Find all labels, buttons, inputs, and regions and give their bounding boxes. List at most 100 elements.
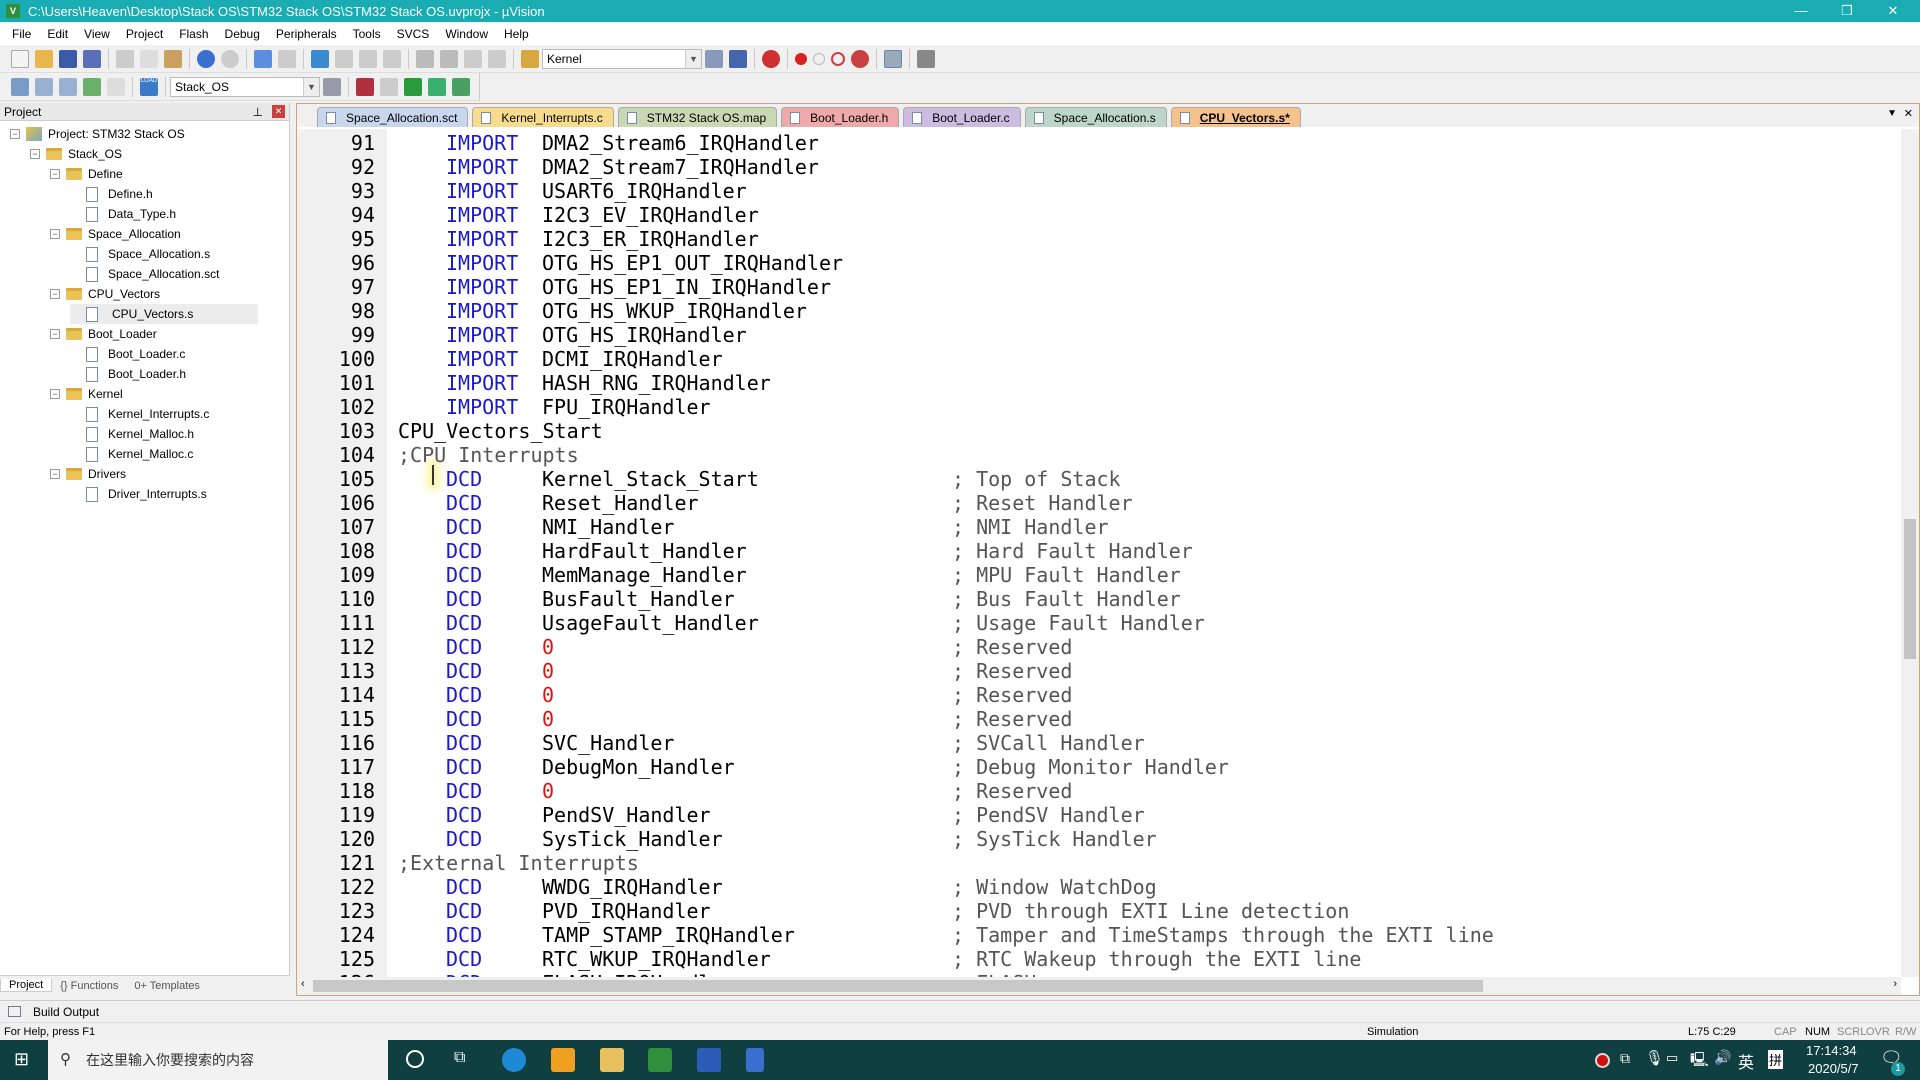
collapse-icon[interactable]: − <box>50 469 60 479</box>
taskbar-search[interactable]: ⚲ 在这里输入你要搜索的内容 <box>48 1040 388 1080</box>
restore-button[interactable]: ❐ <box>1824 0 1870 22</box>
incremental-find-icon[interactable] <box>729 49 747 68</box>
target-options-icon[interactable] <box>323 77 341 96</box>
tree-item[interactable]: − CPU_Vectors <box>50 284 160 304</box>
tab-file[interactable]: Kernel_Interrupts.c <box>472 107 614 127</box>
collapse-icon[interactable]: − <box>50 389 60 399</box>
scroll-right-icon[interactable]: › <box>1893 978 1897 990</box>
minimize-button[interactable]: — <box>1778 0 1824 22</box>
prev-bookmark-icon[interactable] <box>335 49 353 68</box>
panel-tab[interactable]: 0+ Templates <box>126 980 208 992</box>
find-in-files-icon[interactable] <box>521 49 539 68</box>
tree-item[interactable]: Data_Type.h <box>70 204 176 224</box>
breakpoints-menu-icon[interactable] <box>851 49 869 68</box>
cut-icon[interactable] <box>116 49 134 68</box>
tree-item[interactable]: Define.h <box>70 184 153 204</box>
tree-item[interactable]: Space_Allocation.sct <box>70 264 219 284</box>
disable-breakpoint-icon[interactable] <box>813 52 825 65</box>
close-tab-icon[interactable]: ✕ <box>1904 107 1913 120</box>
target-combo[interactable]: Stack_OS ▼ <box>170 76 320 97</box>
menu-view[interactable]: View <box>76 27 118 41</box>
find-icon[interactable] <box>705 49 723 68</box>
new-file-icon[interactable] <box>11 49 29 68</box>
chevron-down-icon[interactable]: ▼ <box>685 49 701 68</box>
panel-tab[interactable]: {} Functions <box>52 980 126 992</box>
menu-edit[interactable]: Edit <box>39 27 76 41</box>
close-button[interactable]: ✕ <box>1870 0 1916 22</box>
collapse-icon[interactable]: − <box>50 169 60 179</box>
collapse-icon[interactable]: − <box>30 149 40 159</box>
collapse-icon[interactable]: − <box>10 129 20 139</box>
pack-installer-icon[interactable] <box>428 77 446 96</box>
save-all-icon[interactable] <box>83 49 101 68</box>
volume-icon[interactable]: 🔊 <box>1714 1049 1731 1066</box>
collapse-icon[interactable]: − <box>50 229 60 239</box>
close-panel-icon[interactable]: ✕ <box>272 105 285 118</box>
tree-item[interactable]: Driver_Interrupts.s <box>70 484 207 504</box>
edge-icon[interactable] <box>502 1048 526 1072</box>
word-icon[interactable] <box>697 1048 721 1072</box>
tree-item[interactable]: − Boot_Loader <box>50 324 157 344</box>
tab-list-icon[interactable]: ▼ <box>1887 108 1897 119</box>
tab-file[interactable]: Space_Allocation.sct <box>317 107 469 127</box>
undo-icon[interactable] <box>197 49 215 68</box>
tab-file[interactable]: Space_Allocation.s <box>1024 107 1167 127</box>
record-icon[interactable] <box>1595 1053 1610 1068</box>
paste-icon[interactable] <box>164 49 182 68</box>
menu-debug[interactable]: Debug <box>217 27 268 41</box>
horizontal-scrollbar[interactable]: ‹ › <box>297 977 1901 995</box>
uvision-taskbar-icon[interactable] <box>648 1048 672 1072</box>
file-explorer-icon[interactable] <box>600 1048 624 1072</box>
manage-project-icon[interactable] <box>356 77 374 96</box>
clock-date[interactable]: 2020/5/7 <box>1808 1061 1859 1076</box>
tree-item[interactable]: − Project: STM32 Stack OS <box>10 124 185 144</box>
tree-item[interactable]: Kernel_Malloc.h <box>70 424 194 444</box>
comment-icon[interactable] <box>464 49 482 68</box>
tree-item[interactable]: Boot_Loader.c <box>70 344 185 364</box>
translate-icon[interactable] <box>11 77 29 96</box>
vertical-scrollbar[interactable] <box>1901 129 1919 977</box>
next-bookmark-icon[interactable] <box>359 49 377 68</box>
menu-project[interactable]: Project <box>118 27 171 41</box>
tab-file[interactable]: Boot_Loader.c <box>903 107 1021 127</box>
uncomment-icon[interactable] <box>488 49 506 68</box>
copy-icon[interactable] <box>140 49 158 68</box>
tree-item[interactable]: Kernel_Interrupts.c <box>70 404 209 424</box>
bookmark-icon[interactable] <box>311 49 329 68</box>
battery-icon[interactable]: ▭ <box>1666 1050 1678 1066</box>
stop-build-icon[interactable] <box>107 77 125 96</box>
menu-file[interactable]: File <box>4 27 39 41</box>
tree-item[interactable]: − Space_Allocation <box>50 224 181 244</box>
indent-icon[interactable] <box>416 49 434 68</box>
select-packs-icon[interactable] <box>380 77 398 96</box>
network-icon[interactable]: 🖳 <box>1690 1049 1709 1073</box>
panel-tab[interactable]: Project <box>0 979 53 992</box>
menu-peripherals[interactable]: Peripherals <box>268 27 345 41</box>
ime-mode[interactable]: 拼 <box>1768 1050 1784 1069</box>
configure-icon[interactable] <box>917 49 935 68</box>
save-icon[interactable] <box>59 49 77 68</box>
clear-bookmarks-icon[interactable] <box>383 49 401 68</box>
tree-item[interactable]: CPU_Vectors.s <box>70 304 258 324</box>
rebuild-icon[interactable] <box>59 77 77 96</box>
pin-icon[interactable]: ⊥ <box>253 103 263 121</box>
chevron-down-icon[interactable]: ▼ <box>303 77 319 96</box>
notepad-icon[interactable] <box>746 1048 764 1072</box>
code-area[interactable]: 91 IMPORT DMA2_Stream6_IRQHandler 92 IMPORT D… <box>297 129 1901 977</box>
app-icon[interactable] <box>551 1048 575 1072</box>
load-icon[interactable]: LOAD <box>140 77 158 96</box>
unindent-icon[interactable] <box>440 49 458 68</box>
scroll-left-icon[interactable]: ‹ <box>301 978 305 990</box>
batch-build-icon[interactable] <box>83 77 101 96</box>
horizontal-scroll-thumb[interactable] <box>313 980 1483 992</box>
collapse-icon[interactable]: − <box>50 289 60 299</box>
cortana-icon[interactable] <box>406 1050 424 1068</box>
build-output-tab[interactable]: Build Output <box>0 1000 1920 1022</box>
tree-item[interactable]: − Stack_OS <box>30 144 122 164</box>
pack-manager-icon[interactable] <box>452 77 470 96</box>
tab-file[interactable]: CPU_Vectors.s* <box>1170 107 1301 127</box>
ime-language[interactable]: 英 <box>1738 1049 1754 1073</box>
tree-item[interactable]: − Kernel <box>50 384 123 404</box>
menu-svcs[interactable]: SVCS <box>389 27 438 41</box>
copy-tray-icon[interactable]: ⧉ <box>1620 1050 1630 1067</box>
